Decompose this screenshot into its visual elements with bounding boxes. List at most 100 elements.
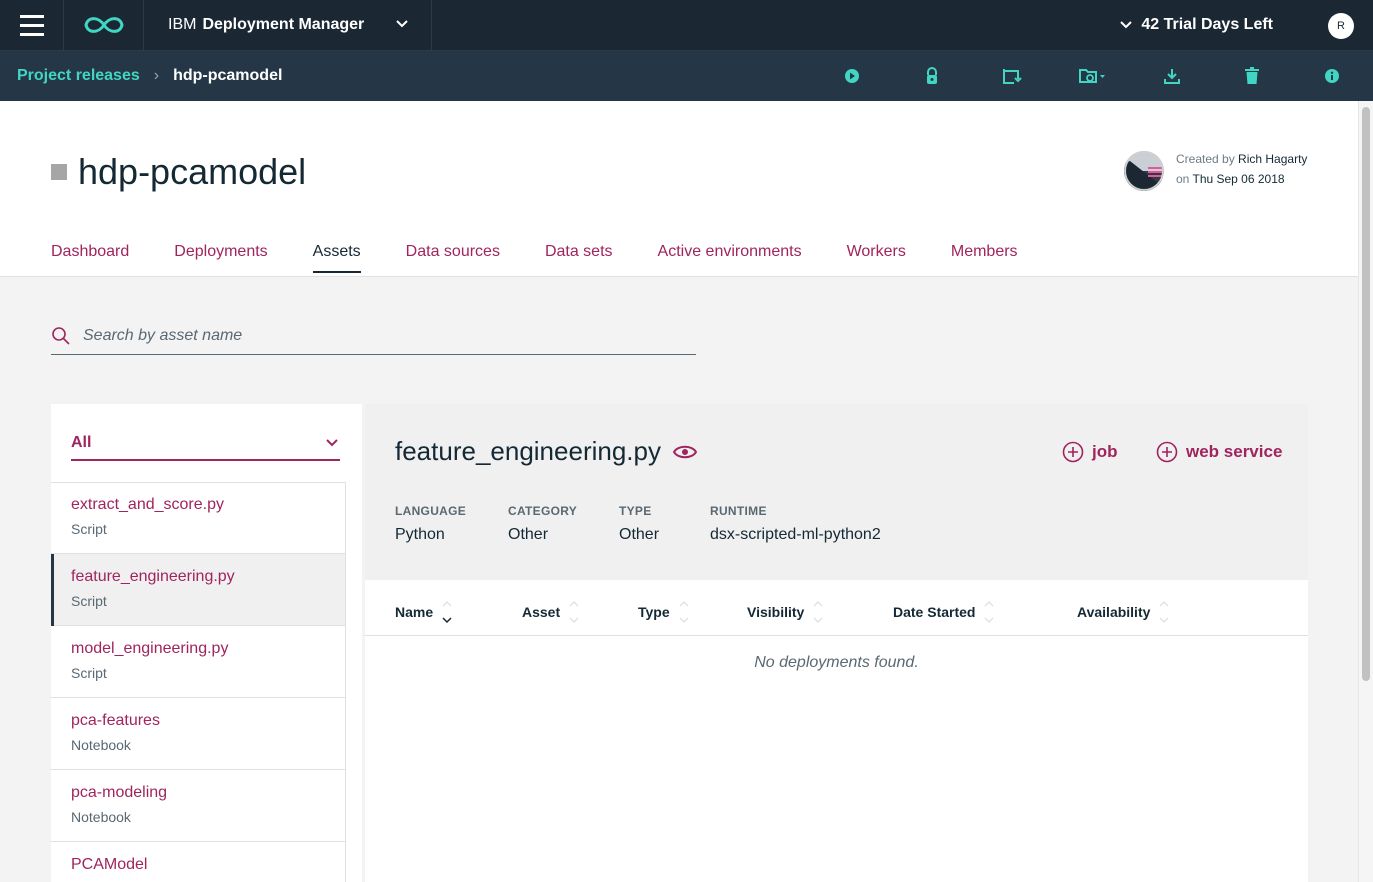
asset-name: pca-features: [71, 712, 160, 729]
menu-button[interactable]: [0, 0, 64, 51]
asset-name: extract_and_score.py: [71, 496, 224, 513]
tab-members[interactable]: Members: [951, 243, 1018, 273]
column-label: Type: [638, 604, 670, 620]
creator-avatar: [1124, 151, 1164, 191]
settings-folder-icon[interactable]: [1078, 66, 1106, 86]
tab-workers[interactable]: Workers: [847, 243, 906, 273]
meta-runtime: RUNTIME dsx-scripted-ml-python2: [710, 504, 881, 544]
asset-title: feature_engineering.py: [395, 436, 697, 467]
tab-data-sources[interactable]: Data sources: [406, 243, 500, 273]
lock-icon[interactable]: [922, 66, 942, 86]
play-icon[interactable]: [842, 66, 862, 86]
tab-assets[interactable]: Assets: [312, 243, 361, 273]
add-circle-icon: [1156, 441, 1178, 463]
add-job-label: job: [1092, 442, 1118, 461]
meta-value: Python: [395, 526, 445, 543]
breadcrumb-bar: Project releases › hdp-pcamodel: [0, 51, 1373, 101]
search-input[interactable]: [83, 327, 663, 345]
trial-days-dropdown[interactable]: 42 Trial Days Left: [1119, 16, 1273, 34]
breadcrumb-project-releases[interactable]: Project releases: [17, 67, 140, 85]
add-job-button[interactable]: job: [1062, 441, 1118, 463]
asset-type: Script: [71, 665, 107, 681]
scrollbar-thumb[interactable]: [1362, 107, 1370, 681]
project-header: hdp-pcamodel Created by Rich Hagarty on …: [0, 101, 1358, 277]
info-icon[interactable]: [1322, 66, 1342, 86]
project-type-icon: [51, 164, 67, 180]
list-item[interactable]: PCAModel: [51, 842, 346, 882]
sort-icon: [813, 600, 823, 624]
sort-icon: [569, 600, 579, 624]
asset-title-text: feature_engineering.py: [395, 436, 661, 466]
sort-icon: [984, 600, 994, 624]
asset-filter-dropdown[interactable]: All: [71, 426, 340, 461]
column-header-date-started[interactable]: Date Started: [893, 599, 995, 625]
meta-label: RUNTIME: [710, 504, 767, 518]
asset-type: Script: [71, 521, 107, 537]
add-web-service-button[interactable]: web service: [1156, 441, 1282, 463]
user-avatar[interactable]: R: [1328, 13, 1354, 39]
breadcrumb-current: hdp-pcamodel: [173, 67, 283, 84]
column-header-asset[interactable]: Asset: [522, 599, 580, 625]
created-by-line: Created by Rich Hagarty: [1176, 149, 1307, 169]
meta-type: TYPE Other: [619, 504, 659, 544]
infinity-logo-icon[interactable]: [64, 0, 144, 51]
hamburger-icon: [19, 12, 44, 39]
list-item[interactable]: extract_and_score.py Script: [51, 482, 346, 554]
column-label: Availability: [1077, 604, 1151, 620]
asset-search: [51, 318, 696, 355]
eye-icon[interactable]: [672, 444, 697, 460]
column-header-name[interactable]: Name: [395, 599, 453, 625]
tab-active-environments[interactable]: Active environments: [658, 243, 802, 273]
redeploy-icon[interactable]: [1002, 66, 1022, 86]
product-name: Deployment Manager: [202, 16, 365, 33]
creator-name: Rich Hagarty: [1238, 152, 1308, 166]
asset-list-panel: All extract_and_score.py Script feature_…: [51, 404, 362, 882]
chevron-down-icon: [396, 19, 408, 27]
sort-icon: [679, 600, 689, 624]
asset-type: Notebook: [71, 809, 131, 825]
tab-deployments[interactable]: Deployments: [174, 243, 267, 273]
delete-icon[interactable]: [1242, 66, 1262, 86]
asset-list-scrollbar[interactable]: [346, 482, 362, 882]
list-item[interactable]: pca-modeling Notebook: [51, 770, 346, 842]
meta-label: LANGUAGE: [395, 504, 467, 518]
column-header-availability[interactable]: Availability: [1077, 599, 1170, 625]
filter-selected-label: All: [71, 433, 92, 451]
list-item-selected[interactable]: feature_engineering.py Script: [51, 554, 346, 626]
creator-info: Created by Rich Hagarty on Thu Sep 06 20…: [1124, 151, 1307, 191]
add-web-service-label: web service: [1186, 442, 1283, 461]
column-header-visibility[interactable]: Visibility: [747, 599, 824, 625]
project-tabs: Dashboard Deployments Assets Data source…: [51, 243, 1063, 273]
created-on-label: on: [1176, 172, 1190, 186]
tab-dashboard[interactable]: Dashboard: [51, 243, 129, 273]
asset-list: extract_and_score.py Script feature_engi…: [51, 482, 346, 882]
column-label: Name: [395, 604, 434, 620]
asset-detail-header: feature_engineering.py job web service L…: [365, 404, 1308, 580]
asset-name: feature_engineering.py: [71, 568, 235, 585]
sort-icon: [442, 600, 452, 624]
deployments-table-header: Name Asset Type Visibility Date Started …: [365, 580, 1308, 636]
column-header-type[interactable]: Type: [638, 599, 690, 625]
tab-data-sets[interactable]: Data sets: [545, 243, 613, 273]
download-icon[interactable]: [1162, 66, 1182, 86]
meta-value: Other: [619, 526, 660, 543]
meta-category: CATEGORY Other: [508, 504, 577, 544]
column-label: Asset: [522, 604, 561, 620]
asset-type: Script: [71, 593, 107, 609]
list-item[interactable]: model_engineering.py Script: [51, 626, 346, 698]
created-by-label: Created by: [1176, 152, 1235, 166]
created-on-line: on Thu Sep 06 2018: [1176, 169, 1307, 189]
created-date: Thu Sep 06 2018: [1192, 172, 1285, 186]
empty-table-message: No deployments found.: [754, 654, 919, 671]
sort-icon: [1159, 600, 1169, 624]
asset-name: pca-modeling: [71, 784, 168, 801]
meta-label: TYPE: [619, 504, 652, 518]
product-switcher[interactable]: IBM Deployment Manager: [144, 0, 432, 51]
list-item[interactable]: pca-features Notebook: [51, 698, 346, 770]
meta-label: CATEGORY: [508, 504, 578, 518]
meta-value: dsx-scripted-ml-python2: [710, 526, 881, 543]
asset-name: PCAModel: [71, 856, 148, 873]
page-scrollbar[interactable]: [1358, 101, 1373, 882]
column-label: Visibility: [747, 604, 805, 620]
trial-days-label: 42 Trial Days Left: [1141, 16, 1273, 33]
